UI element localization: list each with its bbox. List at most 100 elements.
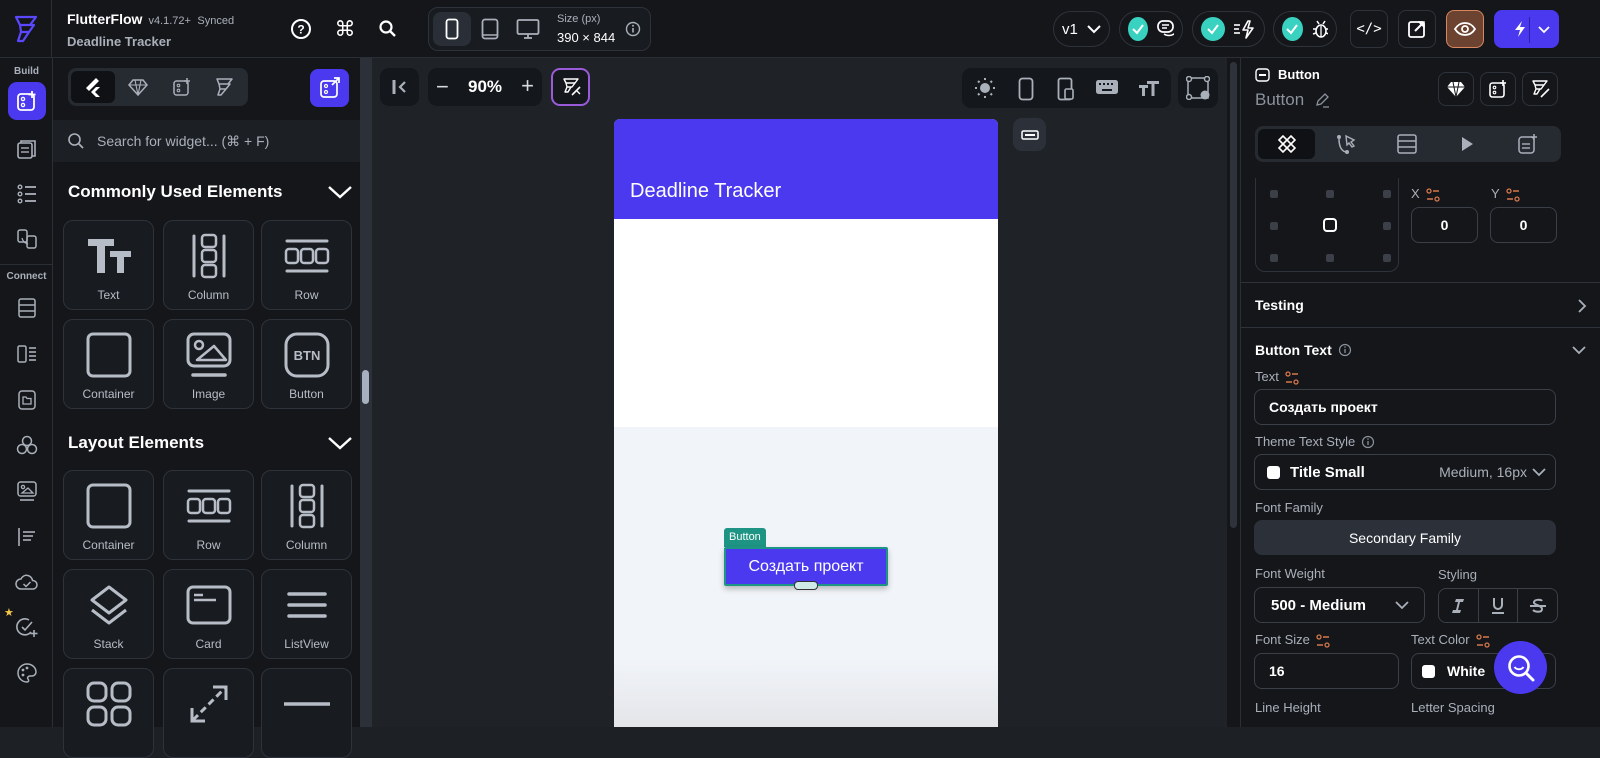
align-bottom-right[interactable] — [1383, 254, 1391, 262]
preview-button[interactable] — [1446, 10, 1484, 48]
device-frame-toggle[interactable] — [1018, 77, 1034, 101]
search-icon[interactable] — [376, 17, 400, 41]
testing-section[interactable]: Testing — [1241, 282, 1600, 327]
widget-tile-column[interactable]: Column — [163, 220, 254, 310]
align-top-right[interactable] — [1383, 190, 1391, 198]
align-top-left[interactable] — [1270, 190, 1278, 198]
button-text-header[interactable]: Button Text — [1255, 342, 1352, 358]
align-top-center[interactable] — [1326, 190, 1334, 198]
tablet-device-button[interactable] — [471, 12, 509, 46]
widget-tile-row[interactable]: Row — [163, 470, 254, 560]
underline-toggle[interactable] — [1479, 589, 1519, 622]
font-weight-select[interactable]: 500 - Medium — [1254, 587, 1425, 623]
team-chat-status[interactable] — [1119, 11, 1183, 47]
help-icon[interactable]: ? — [289, 17, 313, 41]
app-state-nav[interactable] — [8, 518, 46, 556]
convert-to-component-button[interactable] — [1438, 72, 1474, 106]
light-mode-toggle[interactable] — [974, 77, 996, 99]
widget-tile-container[interactable]: Container — [63, 319, 154, 409]
version-select[interactable]: v1 — [1053, 11, 1110, 47]
desktop-device-button[interactable] — [509, 12, 547, 46]
widget-tile-image[interactable]: Image — [163, 319, 254, 409]
tab-animations[interactable] — [1438, 129, 1495, 159]
widget-tile-listview[interactable]: ListView — [261, 569, 352, 659]
widget-tile-expanded[interactable] — [163, 668, 254, 758]
info-icon[interactable] — [1361, 435, 1375, 449]
variable-sliders-icon[interactable] — [1316, 633, 1330, 648]
size-value[interactable]: 390 × 844 — [557, 30, 615, 45]
widget-connections-button[interactable] — [1178, 68, 1218, 108]
widget-tile-column[interactable]: Column — [261, 470, 352, 560]
text-scale-toggle[interactable] — [1138, 79, 1160, 97]
wrap-widget-button[interactable] — [1480, 72, 1516, 106]
widget-tile-row[interactable]: Row — [261, 220, 352, 310]
widget-tile-card[interactable]: Card — [163, 569, 254, 659]
storyboard-nav[interactable] — [8, 220, 46, 258]
mobile-device-button[interactable] — [433, 12, 471, 46]
run-button[interactable] — [1494, 10, 1559, 48]
component-toggle-button[interactable] — [1013, 118, 1046, 151]
zoom-in-button[interactable]: + — [521, 73, 534, 99]
widget-search-input[interactable]: Search for widget... (⌘ + F) — [97, 133, 269, 150]
tab-backend-query[interactable] — [1378, 129, 1435, 159]
add-page-button[interactable] — [310, 69, 349, 107]
responsive-toggle[interactable] — [1057, 77, 1075, 101]
firestore-nav[interactable] — [8, 289, 46, 327]
tab-properties[interactable] — [1258, 129, 1315, 159]
variable-sliders-icon[interactable] — [1285, 370, 1299, 385]
align-center-right[interactable] — [1383, 222, 1391, 230]
variable-sliders-icon[interactable] — [1475, 633, 1490, 648]
tests-nav[interactable]: ★ — [4, 606, 46, 646]
variable-sliders-icon[interactable] — [1426, 187, 1440, 202]
alignment-grid[interactable] — [1255, 178, 1399, 272]
media-nav[interactable] — [8, 472, 46, 510]
view-code-button[interactable]: </> — [1350, 10, 1388, 48]
ai-gen-button[interactable] — [551, 68, 590, 106]
align-center-selected[interactable] — [1323, 218, 1337, 232]
zoom-level[interactable]: 90% — [468, 77, 502, 97]
variable-sliders-icon[interactable] — [1506, 187, 1520, 202]
tab-documentation[interactable] — [1499, 129, 1556, 159]
x-offset-input[interactable]: 0 — [1411, 207, 1478, 243]
panel-scrollbar[interactable] — [362, 370, 369, 404]
strikethrough-toggle[interactable] — [1518, 589, 1557, 622]
tab-actions[interactable] — [1317, 129, 1374, 159]
tab-custom-widgets[interactable] — [162, 71, 202, 103]
chevron-down-icon[interactable] — [327, 184, 353, 200]
info-icon[interactable] — [1338, 343, 1352, 357]
widget-tree-nav[interactable] — [8, 175, 46, 213]
chevron-down-icon[interactable] — [327, 435, 353, 451]
zoom-out-button[interactable]: − — [436, 74, 449, 100]
align-center-left[interactable] — [1270, 222, 1278, 230]
theme-text-style-select[interactable]: Title Small Medium, 16px — [1254, 454, 1556, 490]
actions-status[interactable] — [1192, 11, 1265, 47]
properties-scrollbar[interactable] — [1230, 62, 1237, 528]
search-assistant-fab[interactable] — [1494, 641, 1547, 694]
open-external-button[interactable] — [1398, 10, 1436, 48]
font-family-select[interactable]: Secondary Family — [1254, 520, 1556, 555]
theme-settings-nav[interactable] — [8, 654, 46, 692]
integrations-nav[interactable] — [8, 426, 46, 464]
layout-elements-header[interactable]: Layout Elements — [68, 433, 353, 453]
page-selector-nav[interactable] — [8, 130, 46, 168]
app-bar[interactable]: Deadline Tracker — [614, 119, 998, 219]
y-offset-input[interactable]: 0 — [1490, 207, 1557, 243]
keyboard-toggle[interactable] — [1095, 78, 1119, 96]
command-icon[interactable]: ⌘ — [333, 17, 357, 41]
resize-handle[interactable] — [794, 581, 818, 590]
widget-tile-container[interactable]: Container — [63, 470, 154, 560]
info-icon[interactable] — [625, 21, 641, 37]
flutterflow-logo[interactable] — [0, 0, 52, 58]
schema-nav[interactable] — [8, 335, 46, 373]
debug-status[interactable] — [1273, 11, 1337, 47]
tab-flutterflow-library[interactable] — [204, 71, 244, 103]
widget-name-edit[interactable]: Button — [1255, 90, 1330, 110]
collapse-panel-button[interactable] — [380, 68, 419, 106]
widget-tile-grid[interactable] — [63, 668, 154, 758]
widget-tile-text[interactable]: Text — [63, 220, 154, 310]
chevron-down-icon[interactable] — [1571, 345, 1587, 355]
ai-assist-button[interactable] — [1522, 72, 1558, 106]
widget-tile-button[interactable]: BTN Button — [261, 319, 352, 409]
tab-flutter-widgets[interactable] — [71, 71, 115, 103]
widget-tile-stack[interactable]: Stack — [63, 569, 154, 659]
